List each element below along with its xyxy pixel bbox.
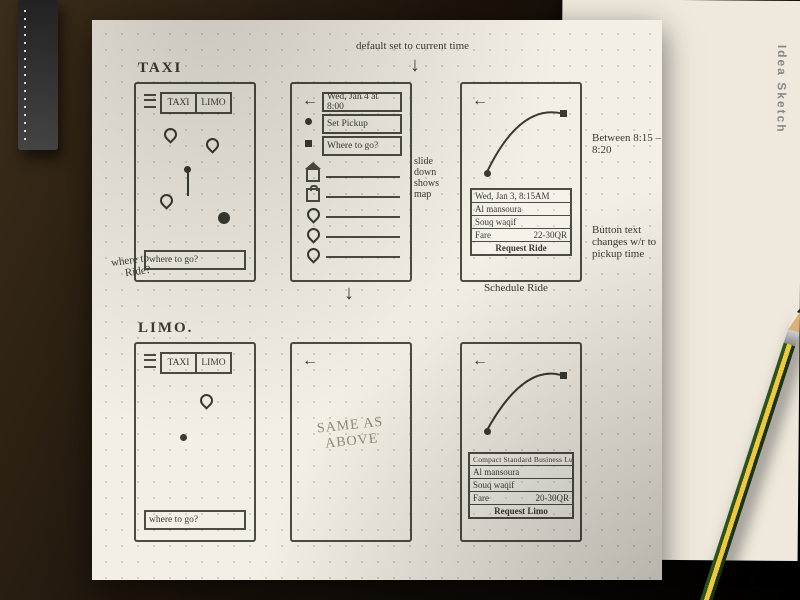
same-as-above-watermark: SAME AS ABOVE bbox=[291, 412, 412, 456]
mode-tabs[interactable]: TAXI LIMO bbox=[160, 352, 232, 374]
note-button-text: Button text changes w/r to pickup time bbox=[592, 224, 670, 260]
destination-placeholder: where to go? bbox=[149, 515, 198, 525]
route-end-icon bbox=[560, 372, 567, 379]
row2-title: LIMO. bbox=[138, 320, 193, 337]
route-start-icon bbox=[484, 428, 491, 435]
mode-tabs[interactable]: TAXI LIMO bbox=[160, 92, 232, 114]
fare-label: Fare bbox=[473, 493, 489, 503]
ruler-prop bbox=[18, 0, 58, 150]
card-from: Al mansoura bbox=[472, 203, 570, 216]
tab-limo[interactable]: LIMO bbox=[197, 94, 230, 112]
recent-pin-icon bbox=[304, 225, 322, 243]
hamburger-icon[interactable] bbox=[144, 94, 156, 108]
pickup-field[interactable]: Set Pickup bbox=[322, 114, 402, 134]
route-curve bbox=[480, 366, 570, 446]
work-icon[interactable] bbox=[306, 188, 320, 202]
card-time: Wed, Jan 3, 8:15AM bbox=[472, 190, 570, 203]
request-limo-button[interactable]: Request Limo bbox=[470, 505, 572, 517]
home-icon[interactable] bbox=[306, 168, 320, 182]
list-item[interactable] bbox=[326, 176, 400, 178]
map-pin-icon bbox=[157, 191, 175, 209]
back-icon[interactable]: ← bbox=[302, 352, 318, 370]
destination-input[interactable]: where to go? bbox=[144, 250, 246, 270]
row1-title: TAXI bbox=[138, 60, 182, 77]
pickup-dot-icon bbox=[305, 118, 312, 125]
tab-taxi[interactable]: TAXI bbox=[162, 354, 197, 372]
recent-pin-icon bbox=[304, 245, 322, 263]
ride-summary-card: Wed, Jan 3, 8:15AM Al mansoura Souq waqi… bbox=[470, 188, 572, 256]
screen-confirm-limo: ← Compact Standard Business Luxury Al ma… bbox=[460, 342, 582, 542]
request-ride-button[interactable]: Request Ride bbox=[472, 242, 570, 254]
note-slide-down: slide down shows map bbox=[414, 156, 448, 200]
card-from: Al mansoura bbox=[470, 466, 572, 479]
user-location-icon bbox=[180, 434, 187, 441]
card-fare-row: Fare 20-30QR bbox=[470, 492, 572, 505]
list-item[interactable] bbox=[326, 216, 400, 218]
note-schedule-ride: Schedule Ride bbox=[484, 282, 548, 294]
sketch-paper: TAXI default set to current time ↓ TAXI … bbox=[92, 20, 662, 580]
screen-schedule-form: ← Wed, Jan 4 at 8:00 Set Pickup Where to… bbox=[290, 82, 412, 282]
destination-input[interactable]: where to go? bbox=[144, 510, 246, 530]
dropoff-label: Where to go? bbox=[327, 141, 378, 151]
note-default-time: default set to current time bbox=[356, 40, 469, 52]
arrow-down-icon: ↓ bbox=[410, 54, 420, 77]
recent-pin-icon bbox=[304, 205, 322, 223]
dropoff-field[interactable]: Where to go? bbox=[322, 136, 402, 156]
dropoff-sq-icon bbox=[305, 140, 312, 147]
card-to: Souq waqif bbox=[470, 479, 572, 492]
pickup-label: Set Pickup bbox=[327, 119, 368, 129]
card-to: Souq waqif bbox=[472, 216, 570, 229]
limo-class-tabs[interactable]: Compact Standard Business Luxury bbox=[470, 454, 572, 466]
fare-label: Fare bbox=[475, 230, 491, 240]
screen-taxi-map: TAXI LIMO where to go? bbox=[134, 82, 256, 282]
note-eta-range: Between 8:15 – 8:20 bbox=[592, 132, 672, 156]
route-end-icon bbox=[560, 110, 567, 117]
list-item[interactable] bbox=[326, 236, 400, 238]
route-start-icon bbox=[484, 170, 491, 177]
datetime-value: Wed, Jan 4 at 8:00 bbox=[327, 92, 397, 112]
list-item[interactable] bbox=[326, 196, 400, 198]
map-pin-icon bbox=[203, 135, 221, 153]
sheet-brand-label: Idea Sketch bbox=[775, 45, 788, 134]
screen-limo-same: ← SAME AS ABOVE bbox=[290, 342, 412, 542]
hamburger-icon[interactable] bbox=[144, 354, 156, 368]
tab-limo[interactable]: LIMO bbox=[197, 354, 230, 372]
screen-confirm-ride: ← Wed, Jan 3, 8:15AM Al mansoura Souq wa… bbox=[460, 82, 582, 282]
map-pin-icon bbox=[197, 391, 215, 409]
tab-taxi[interactable]: TAXI bbox=[162, 94, 197, 112]
fare-value: 22-30QR bbox=[534, 230, 568, 240]
card-fare-row: Fare 22-30QR bbox=[472, 229, 570, 242]
fare-value: 20-30QR bbox=[536, 493, 570, 503]
datetime-field[interactable]: Wed, Jan 4 at 8:00 bbox=[322, 92, 402, 112]
limo-summary-card: Compact Standard Business Luxury Al mans… bbox=[468, 452, 574, 519]
screen-limo-map: TAXI LIMO where to go? bbox=[134, 342, 256, 542]
map-pin-icon bbox=[161, 125, 179, 143]
list-item[interactable] bbox=[326, 256, 400, 258]
location-stem bbox=[187, 172, 189, 196]
destination-placeholder: where to go? bbox=[149, 255, 198, 265]
locate-icon[interactable] bbox=[218, 212, 230, 224]
arrow-down-icon: ↓ bbox=[344, 282, 354, 305]
route-curve bbox=[480, 108, 570, 188]
desk-scene: Idea Sketch TAXI default set to current … bbox=[0, 0, 800, 600]
back-icon[interactable]: ← bbox=[302, 92, 318, 110]
